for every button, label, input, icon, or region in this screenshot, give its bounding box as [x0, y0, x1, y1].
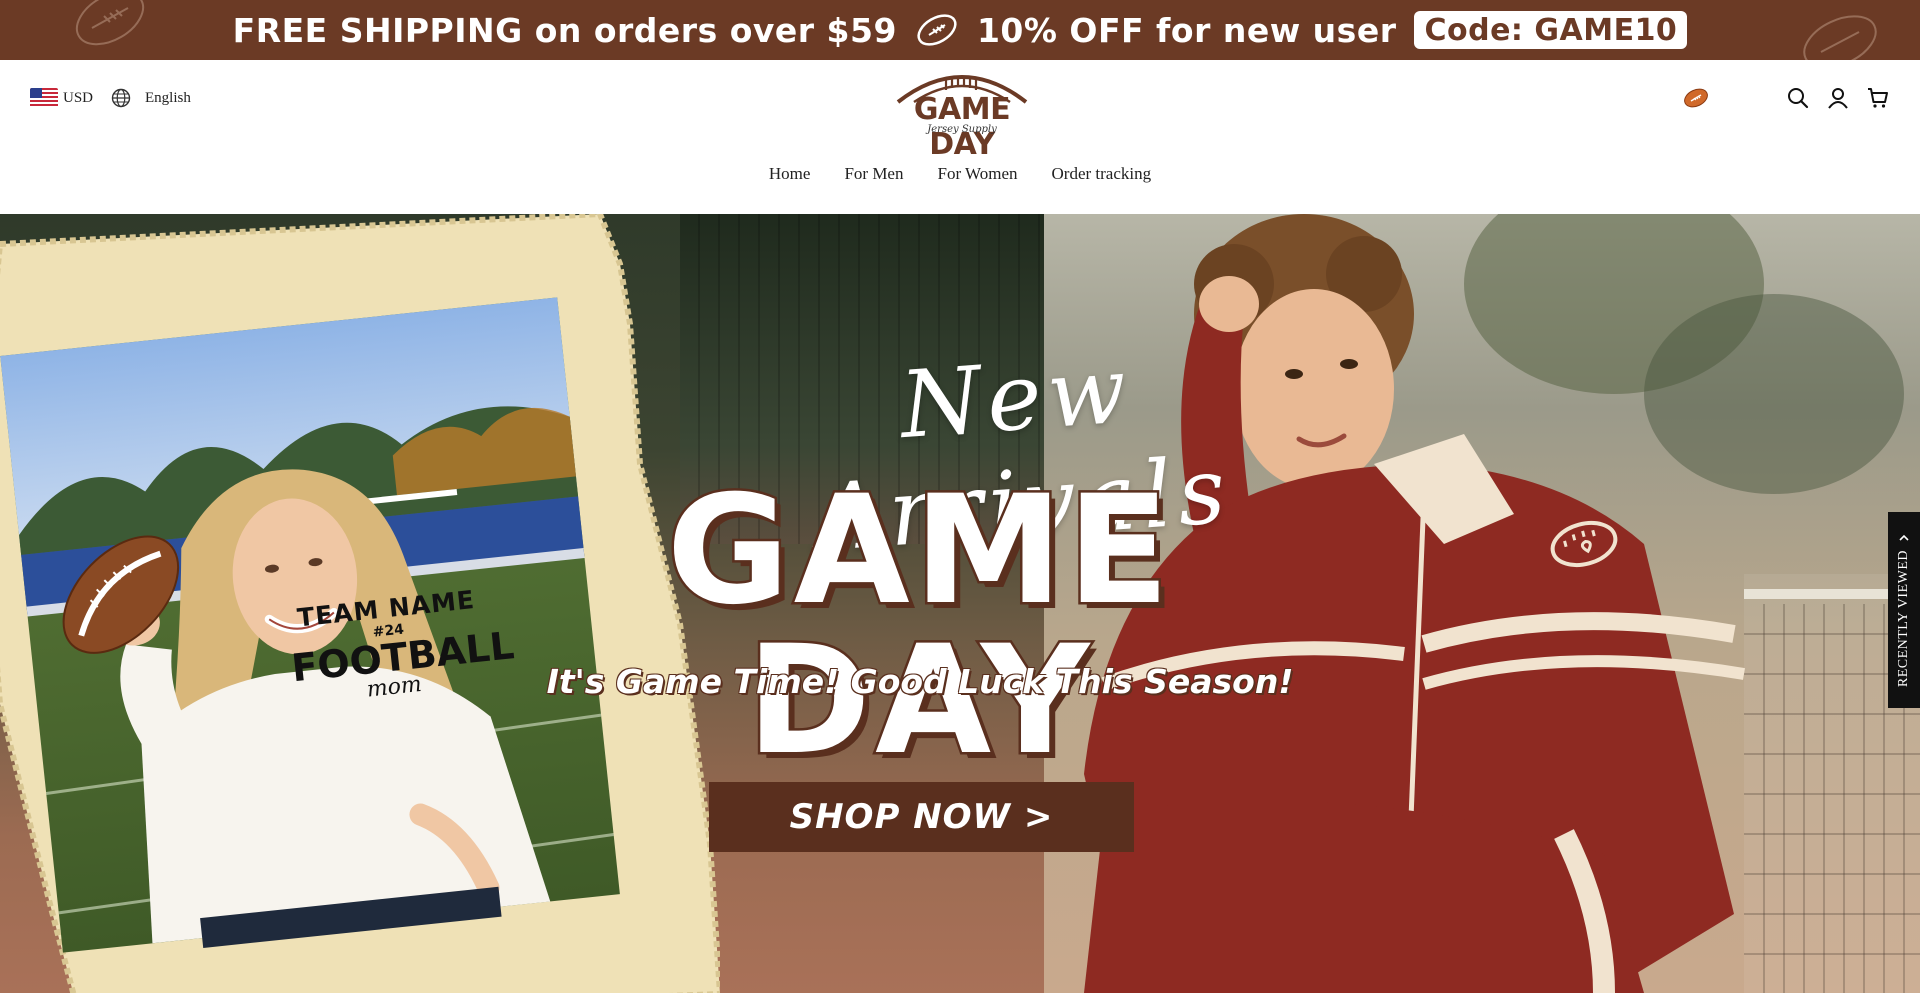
cart-icon[interactable] — [1866, 86, 1890, 110]
nav-item-for-men[interactable]: For Men — [844, 164, 903, 184]
sweatshirt-print: TEAM NAME #24 FOOTBALL mom — [285, 584, 516, 709]
hero-subtitle: It's Game Time! Good Luck This Season! — [546, 662, 1294, 701]
search-icon[interactable] — [1786, 86, 1810, 110]
football-icon — [917, 14, 957, 46]
nav-item-order-tracking[interactable]: Order tracking — [1052, 164, 1152, 184]
currency-selector[interactable]: USD — [63, 90, 93, 107]
football-icon[interactable] — [1682, 86, 1710, 110]
site-header: USD English GAME DAY Jersey Supply Home … — [0, 60, 1920, 214]
main-nav: Home For Men For Women Order tracking — [0, 164, 1920, 184]
us-flag-icon[interactable] — [30, 88, 58, 108]
header-actions — [1682, 86, 1890, 110]
recently-viewed-label: RECENTLY VIEWED — [1896, 550, 1911, 688]
hero-banner: TEAM NAME #24 FOOTBALL mom New Arrivals … — [0, 214, 1920, 993]
announcement-bar: FREE SHIPPING on orders over $59 10% OFF… — [0, 0, 1920, 60]
chevron-up-icon — [1899, 535, 1909, 541]
locale-selector: USD English — [30, 88, 191, 108]
promo-code-badge: Code: GAME10 — [1414, 11, 1688, 49]
logo-subtitle: Jersey Supply — [927, 124, 997, 135]
shop-now-button[interactable]: SHOP NOW > — [709, 782, 1134, 852]
nav-item-home[interactable]: Home — [769, 164, 811, 184]
free-shipping-text: FREE SHIPPING on orders over $59 — [232, 10, 897, 50]
account-icon[interactable] — [1826, 86, 1850, 110]
site-logo[interactable]: GAME DAY Jersey Supply — [880, 66, 1044, 162]
globe-icon — [111, 88, 131, 108]
language-selector[interactable]: English — [145, 90, 191, 107]
discount-text: 10% OFF for new user — [976, 10, 1397, 50]
hero-title: GAME DAY — [664, 464, 1174, 788]
recently-viewed-tab[interactable]: RECENTLY VIEWED — [1888, 512, 1920, 708]
nav-item-for-women[interactable]: For Women — [937, 164, 1017, 184]
